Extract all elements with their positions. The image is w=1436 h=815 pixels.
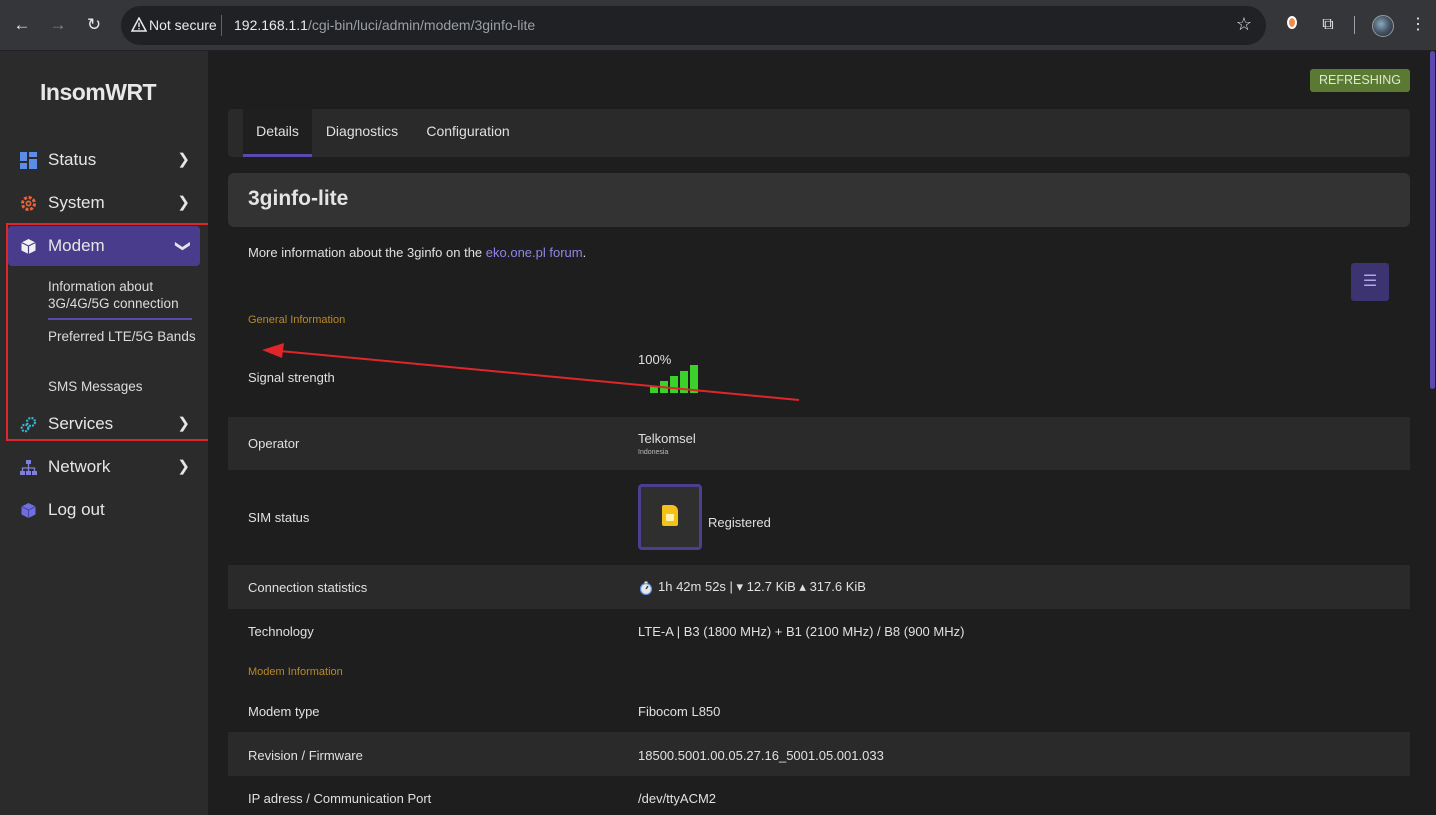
- sim-card-box: [638, 484, 702, 550]
- bookmark-star-icon[interactable]: ☆: [1236, 14, 1252, 35]
- row-sim-status: SIM status Registered: [228, 470, 1410, 565]
- port-value: /dev/ttyACM2: [638, 791, 717, 806]
- signal-bar: [660, 381, 668, 393]
- back-icon[interactable]: ←: [10, 13, 34, 37]
- connection-statistics-value: 1h 42m 52s | ▾ 12.7 KiB ▴ 317.6 KiB: [658, 579, 866, 594]
- url-text[interactable]: 192.168.1.1/cgi-bin/luci/admin/modem/3gi…: [234, 17, 535, 33]
- stopwatch-icon: [639, 581, 653, 595]
- row-label: Technology: [248, 624, 314, 639]
- sidebar-item-label: Network: [48, 457, 111, 476]
- omnibox-divider: [221, 15, 222, 36]
- sim-card-icon: [662, 505, 678, 526]
- page-description: More information about the 3ginfo on the…: [248, 245, 586, 260]
- address-bar[interactable]: Not secure 192.168.1.1/cgi-bin/luci/admi…: [121, 6, 1266, 45]
- operator-name: Telkomsel: [638, 431, 696, 446]
- modem-type-value: Fibocom L850: [638, 704, 721, 719]
- section-modem-information: Modem Information: [248, 666, 343, 678]
- logout-icon: [21, 503, 36, 518]
- sidebar-item-label: Status: [48, 150, 97, 169]
- reload-icon[interactable]: ↻: [82, 13, 106, 37]
- grid-icon: [20, 152, 37, 169]
- refreshing-badge[interactable]: REFRESHING: [1310, 69, 1410, 92]
- row-technology: Technology LTE-A | B3 (1800 MHz) + B1 (2…: [228, 609, 1410, 653]
- puzzle-extensions-icon[interactable]: ⧉: [1316, 13, 1340, 37]
- row-signal-strength: Signal strength 100%: [228, 333, 1410, 417]
- toolbar-divider: [1354, 16, 1355, 34]
- row-operator: Operator Telkomsel Indonesia: [228, 417, 1410, 470]
- main-content: REFRESHING Details Diagnostics Configura…: [208, 51, 1428, 815]
- chevron-right-icon: ❯: [177, 458, 190, 475]
- description-suffix: .: [582, 245, 587, 260]
- signal-bars-icon: [650, 363, 710, 393]
- sidebar-item-logout[interactable]: Log out: [8, 490, 200, 530]
- chevron-right-icon: ❯: [177, 194, 190, 211]
- page-title: 3ginfo-lite: [248, 187, 349, 210]
- chevron-right-icon: ❯: [177, 151, 190, 168]
- gear-icon: [21, 196, 36, 211]
- row-label: Connection statistics: [248, 580, 368, 595]
- signal-bar: [670, 376, 678, 393]
- sim-status-value: Registered: [708, 515, 771, 530]
- sidebar-item-label: Log out: [48, 500, 105, 519]
- extension-icon[interactable]: [1280, 13, 1304, 37]
- operator-country: Indonesia: [638, 449, 669, 456]
- section-general-information: General Information: [248, 314, 346, 326]
- page-scrollbar[interactable]: [1428, 51, 1436, 815]
- row-label: Signal strength: [248, 370, 335, 385]
- page-title-bar: 3ginfo-lite: [228, 173, 1410, 227]
- row-label: Modem type: [248, 704, 320, 719]
- forum-link[interactable]: eko.one.pl forum: [486, 245, 583, 260]
- tab-details[interactable]: Details: [243, 109, 312, 157]
- annotation-highlight-box: [6, 223, 214, 441]
- url-path: /cgi-bin/luci/admin/modem/3ginfo-lite: [307, 17, 536, 33]
- security-label[interactable]: Not secure: [149, 17, 217, 33]
- sidebar-item-label: System: [48, 193, 105, 212]
- profile-avatar[interactable]: [1372, 15, 1394, 37]
- warning-icon: [131, 17, 147, 32]
- signal-bar: [650, 386, 658, 393]
- row-firmware: Revision / Firmware 18500.5001.00.05.27.…: [228, 732, 1410, 776]
- brand-logo[interactable]: InsomWRT: [40, 79, 157, 106]
- tab-diagnostics[interactable]: Diagnostics: [320, 109, 404, 157]
- tab-configuration[interactable]: Configuration: [418, 109, 518, 157]
- sidebar-item-status[interactable]: Status ❯: [8, 140, 200, 180]
- row-communication-port: IP adress / Communication Port /dev/ttyA…: [228, 776, 1410, 815]
- url-host: 192.168.1.1: [234, 17, 308, 33]
- sidebar-item-network[interactable]: Network ❯: [8, 447, 200, 487]
- hamburger-menu-button[interactable]: ☰: [1351, 263, 1389, 301]
- sidebar-item-system[interactable]: System ❯: [8, 183, 200, 223]
- row-label: Operator: [248, 436, 300, 451]
- signal-bar: [680, 371, 688, 393]
- more-menu-icon[interactable]: ⋮: [1406, 13, 1430, 37]
- signal-bar: [690, 365, 698, 393]
- row-modem-type: Modem type Fibocom L850: [228, 688, 1410, 732]
- description-text: More information about the 3ginfo on the: [248, 245, 486, 260]
- scrollbar-thumb[interactable]: [1430, 51, 1435, 389]
- network-icon: [20, 460, 37, 475]
- forward-icon[interactable]: →: [46, 13, 70, 37]
- technology-value: LTE-A | B3 (1800 MHz) + B1 (2100 MHz) / …: [638, 624, 965, 639]
- row-label: IP adress / Communication Port: [248, 791, 432, 806]
- row-label: Revision / Firmware: [248, 748, 363, 763]
- tab-bar: Details Diagnostics Configuration: [228, 109, 1410, 157]
- row-connection-statistics: Connection statistics 1h 42m 52s | ▾ 12.…: [228, 565, 1410, 609]
- row-label: SIM status: [248, 510, 310, 525]
- firmware-value: 18500.5001.00.05.27.16_5001.05.001.033: [638, 748, 884, 763]
- browser-toolbar: ← → ↻ Not secure 192.168.1.1/cgi-bin/luc…: [0, 0, 1436, 51]
- sidebar: InsomWRT Status ❯ System ❯ Modem ❯ Infor…: [0, 51, 214, 815]
